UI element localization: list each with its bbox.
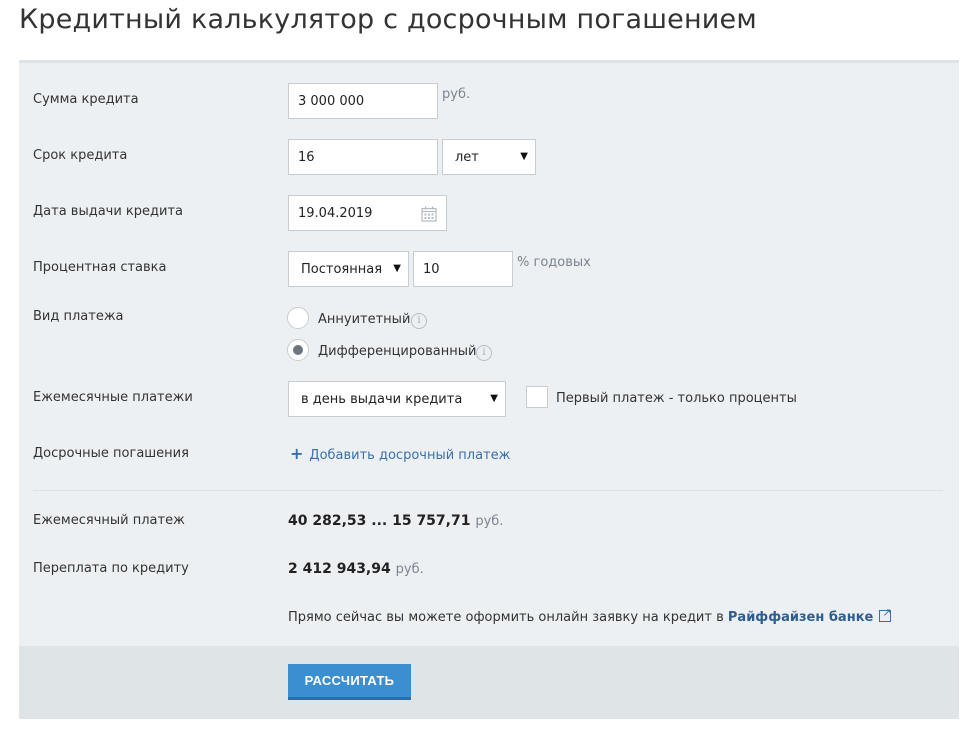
monthly-payments-value: в день выдачи кредита [301,391,463,407]
issue-date-label: Дата выдачи кредита [33,204,184,219]
bank-link[interactable]: Райффайзен банке [728,610,873,625]
annuity-radio[interactable] [287,307,309,329]
plus-icon: + [290,444,304,463]
overpayment-value: 2 412 943,94 [288,561,391,577]
monthly-payments-select[interactable]: в день выдачи кредита ▼ [288,381,506,417]
rate-type-value: Постоянная [301,261,383,277]
monthly-payment-value: 40 282,53 ... 15 757,71 [288,513,471,529]
monthly-payments-label: Ежемесячные платежи [33,390,193,405]
chevron-down-icon: ▼ [520,151,528,162]
annuity-label[interactable]: Аннуитетный [318,312,410,327]
form-footer: РАССЧИТАТЬ [19,646,959,719]
first-payment-interest-checkbox[interactable] [526,386,548,408]
rate-unit: % годовых [517,255,591,270]
add-early-payment-link[interactable]: + Добавить досрочный платеж [290,444,510,463]
first-payment-interest-label[interactable]: Первый платеж - только проценты [556,391,797,406]
loan-offer: Прямо сейчас вы можете оформить онлайн з… [288,606,892,625]
overpayment-unit: руб. [395,562,424,577]
term-input[interactable]: 16 [288,139,438,175]
issue-date-value: 19.04.2019 [298,205,373,221]
overpayment-result: 2 412 943,94 руб. [288,561,424,577]
divider [33,490,943,491]
term-unit-value: лет [455,149,479,165]
chevron-down-icon: ▼ [393,263,401,274]
monthly-payment-result: 40 282,53 ... 15 757,71 руб. [288,513,503,529]
amount-unit: руб. [442,87,471,102]
early-payments-label: Досрочные погашения [33,446,189,461]
rate-label: Процентная ставка [33,260,167,275]
add-early-payment-text: Добавить досрочный платеж [309,448,511,463]
offer-text: Прямо сейчас вы можете оформить онлайн з… [288,610,724,625]
issue-date-input[interactable]: 19.04.2019 [288,195,447,231]
term-unit-select[interactable]: лет ▼ [442,139,536,175]
calculator-panel: Сумма кредита 3 000 000 руб. Срок кредит… [19,60,959,719]
info-icon[interactable]: i [476,345,492,361]
monthly-payment-result-label: Ежемесячный платеж [33,513,185,528]
rate-input[interactable]: 10 [413,251,513,287]
calendar-icon[interactable] [421,206,437,222]
amount-input[interactable]: 3 000 000 [288,83,438,119]
rate-type-select[interactable]: Постоянная ▼ [288,251,409,287]
term-label: Срок кредита [33,148,128,163]
differentiated-label[interactable]: Дифференцированный [318,344,476,359]
info-icon[interactable]: i [411,313,427,329]
amount-label: Сумма кредита [33,92,139,107]
chevron-down-icon: ▼ [490,393,498,404]
external-link-icon[interactable] [879,606,892,622]
calculate-button[interactable]: РАССЧИТАТЬ [288,664,411,700]
payment-type-label: Вид платежа [33,309,124,324]
monthly-payment-unit: руб. [475,514,504,529]
differentiated-radio[interactable] [287,339,309,361]
page-title: Кредитный калькулятор с досрочным погаше… [19,4,757,35]
overpayment-label: Переплата по кредиту [33,561,189,576]
